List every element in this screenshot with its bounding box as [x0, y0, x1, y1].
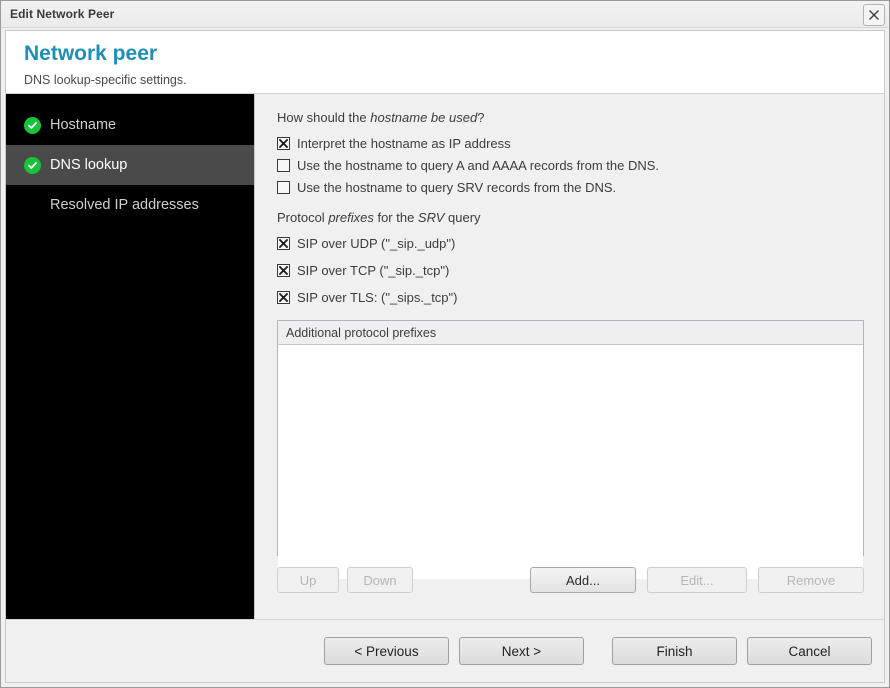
title-bar: Edit Network Peer [1, 1, 889, 28]
additional-prefixes-listbox[interactable]: Additional protocol prefixes [277, 320, 864, 579]
sidebar-item-label: Hostname [50, 117, 117, 133]
srv-question-suffix: query [444, 210, 481, 225]
wizard-footer: < Previous Next > Finish Cancel [6, 619, 884, 682]
cancel-button[interactable]: Cancel [747, 637, 872, 665]
window-title: Edit Network Peer [10, 7, 115, 21]
listbox-column-header: Additional protocol prefixes [278, 321, 863, 345]
sidebar-item-label: Resolved IP addresses [50, 197, 199, 213]
dialog-frame: Network peer DNS lookup-specific setting… [5, 30, 885, 683]
checkbox-label: Use the hostname to query A and AAAA rec… [297, 157, 660, 173]
move-down-button[interactable]: Down [347, 567, 413, 593]
list-action-bar: Up Down Add... Edit... Remove [277, 567, 864, 593]
page-header: Network peer DNS lookup-specific setting… [6, 31, 884, 94]
sidebar-item-resolved-ip-addresses[interactable]: Resolved IP addresses [6, 185, 254, 225]
hostname-question-suffix: ? [477, 110, 485, 125]
checkbox-checked-icon [277, 237, 290, 250]
move-up-button[interactable]: Up [277, 567, 339, 593]
sidebar-item-dns-lookup[interactable]: DNS lookup [6, 145, 254, 185]
page-subtitle: DNS lookup-specific settings. [24, 73, 187, 87]
hostname-question-emphasis: hostname be used [370, 110, 478, 125]
checkbox-label: Use the hostname to query SRV records fr… [297, 179, 617, 195]
checkbox-label: SIP over TLS: ("_sips._tcp") [297, 289, 458, 305]
next-button[interactable]: Next > [459, 637, 584, 665]
listbox-rows[interactable] [278, 345, 863, 579]
checkbox-query-a-aaaa[interactable]: Use the hostname to query A and AAAA rec… [277, 155, 864, 176]
checkbox-interpret-as-ip[interactable]: Interpret the hostname as IP address [277, 133, 864, 154]
checkbox-unchecked-icon [277, 181, 290, 194]
srv-prefix-question: Protocol prefixes for the SRV query [277, 210, 864, 226]
checkbox-sip-over-tls[interactable]: SIP over TLS: ("_sips._tcp") [277, 287, 864, 308]
sidebar-item-label: DNS lookup [50, 157, 128, 173]
finish-button[interactable]: Finish [612, 637, 737, 665]
checkbox-checked-icon [277, 137, 290, 150]
checkbox-checked-icon [277, 264, 290, 277]
srv-question-emphasis-prefixes: prefixes [328, 210, 374, 225]
sidebar-item-hostname[interactable]: Hostname [6, 105, 254, 145]
check-circle-icon [24, 116, 41, 134]
checkbox-sip-over-udp[interactable]: SIP over UDP ("_sip._udp") [277, 233, 864, 254]
settings-panel: How should the hostname be used? Interpr… [254, 94, 884, 620]
dialog-body: Hostname DNS lookup Resolved IP addresse… [6, 94, 884, 620]
check-circle-icon [24, 156, 41, 174]
close-icon [868, 9, 880, 21]
page-title: Network peer [24, 42, 158, 65]
edit-network-peer-dialog: Edit Network Peer Network peer DNS looku… [0, 0, 890, 688]
close-button[interactable] [863, 4, 885, 26]
wizard-steps-sidebar: Hostname DNS lookup Resolved IP addresse… [6, 94, 254, 620]
srv-question-middle: for the [373, 210, 418, 225]
hostname-question: How should the hostname be used? [277, 110, 864, 126]
checkbox-label: SIP over TCP ("_sip._tcp") [297, 262, 450, 278]
previous-button[interactable]: < Previous [324, 637, 449, 665]
add-button[interactable]: Add... [530, 567, 636, 593]
remove-button[interactable]: Remove [758, 567, 864, 593]
checkbox-label: Interpret the hostname as IP address [297, 135, 511, 151]
edit-button[interactable]: Edit... [647, 567, 747, 593]
checkbox-checked-icon [277, 291, 290, 304]
checkbox-unchecked-icon [277, 159, 290, 172]
hostname-question-prefix: How should the [277, 110, 371, 125]
checkbox-label: SIP over UDP ("_sip._udp") [297, 235, 456, 251]
checkbox-query-srv[interactable]: Use the hostname to query SRV records fr… [277, 177, 864, 198]
srv-question-prefix: Protocol [277, 210, 329, 225]
srv-question-emphasis-srv: SRV [417, 210, 445, 225]
checkbox-sip-over-tcp[interactable]: SIP over TCP ("_sip._tcp") [277, 260, 864, 281]
